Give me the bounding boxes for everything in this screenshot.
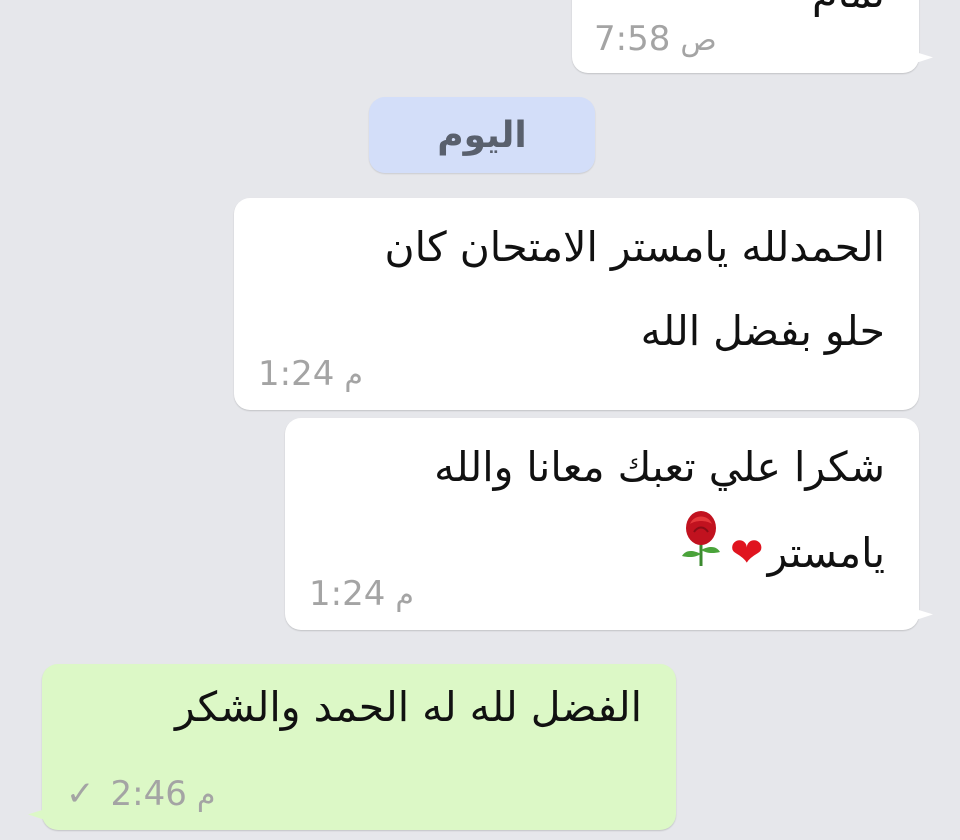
message-time: 7:58 (594, 19, 671, 59)
message-time: 1:24 (258, 354, 335, 394)
message-text-line-1: شكرا علي تعبك معانا والله (434, 443, 885, 491)
message-bubble-incoming[interactable]: شكرا علي تعبك معانا والله يامستر ❤ 1:24 … (285, 418, 933, 630)
message-meta: 1:24 م (258, 354, 363, 394)
heart-emoji: ❤ (730, 529, 764, 576)
message-bubble-incoming[interactable]: تمام 7:58 ص (572, 0, 933, 73)
message-text: تمام (812, 0, 885, 34)
message-text-line-2: حلو بفضل الله (640, 307, 885, 355)
message-meta: 1:24 م (309, 574, 414, 614)
message-time: 2:46 (110, 774, 187, 814)
message-bubble-outgoing[interactable]: الفضل لله له الحمد والشكر ✓ 2:46 م (28, 664, 676, 830)
message-ampm: م (395, 578, 414, 613)
message-bubble-incoming[interactable]: الحمدلله يامستر الامتحان كان حلو بفضل ال… (234, 198, 919, 410)
message-text: الفضل لله له الحمد والشكر (175, 683, 642, 731)
message-text-line-2: يامستر (767, 528, 885, 577)
rose-emoji (680, 510, 722, 595)
message-meta: 7:58 ص (594, 19, 717, 59)
message-ampm: م (344, 358, 363, 393)
message-text-line-2-row: يامستر ❤ (680, 510, 885, 595)
message-ampm: م (196, 778, 216, 813)
message-ampm: ص (680, 23, 717, 58)
bubble-tail (911, 600, 933, 622)
bubble-tail (911, 43, 933, 65)
date-separator: اليوم (369, 97, 595, 173)
bubble-tail (28, 800, 50, 822)
message-time: 1:24 (309, 574, 386, 614)
message-meta: ✓ 2:46 م (66, 774, 215, 814)
message-text-line-1: الحمدلله يامستر الامتحان كان (384, 223, 885, 271)
single-check-icon: ✓ (66, 774, 95, 814)
date-separator-label: اليوم (437, 114, 527, 156)
